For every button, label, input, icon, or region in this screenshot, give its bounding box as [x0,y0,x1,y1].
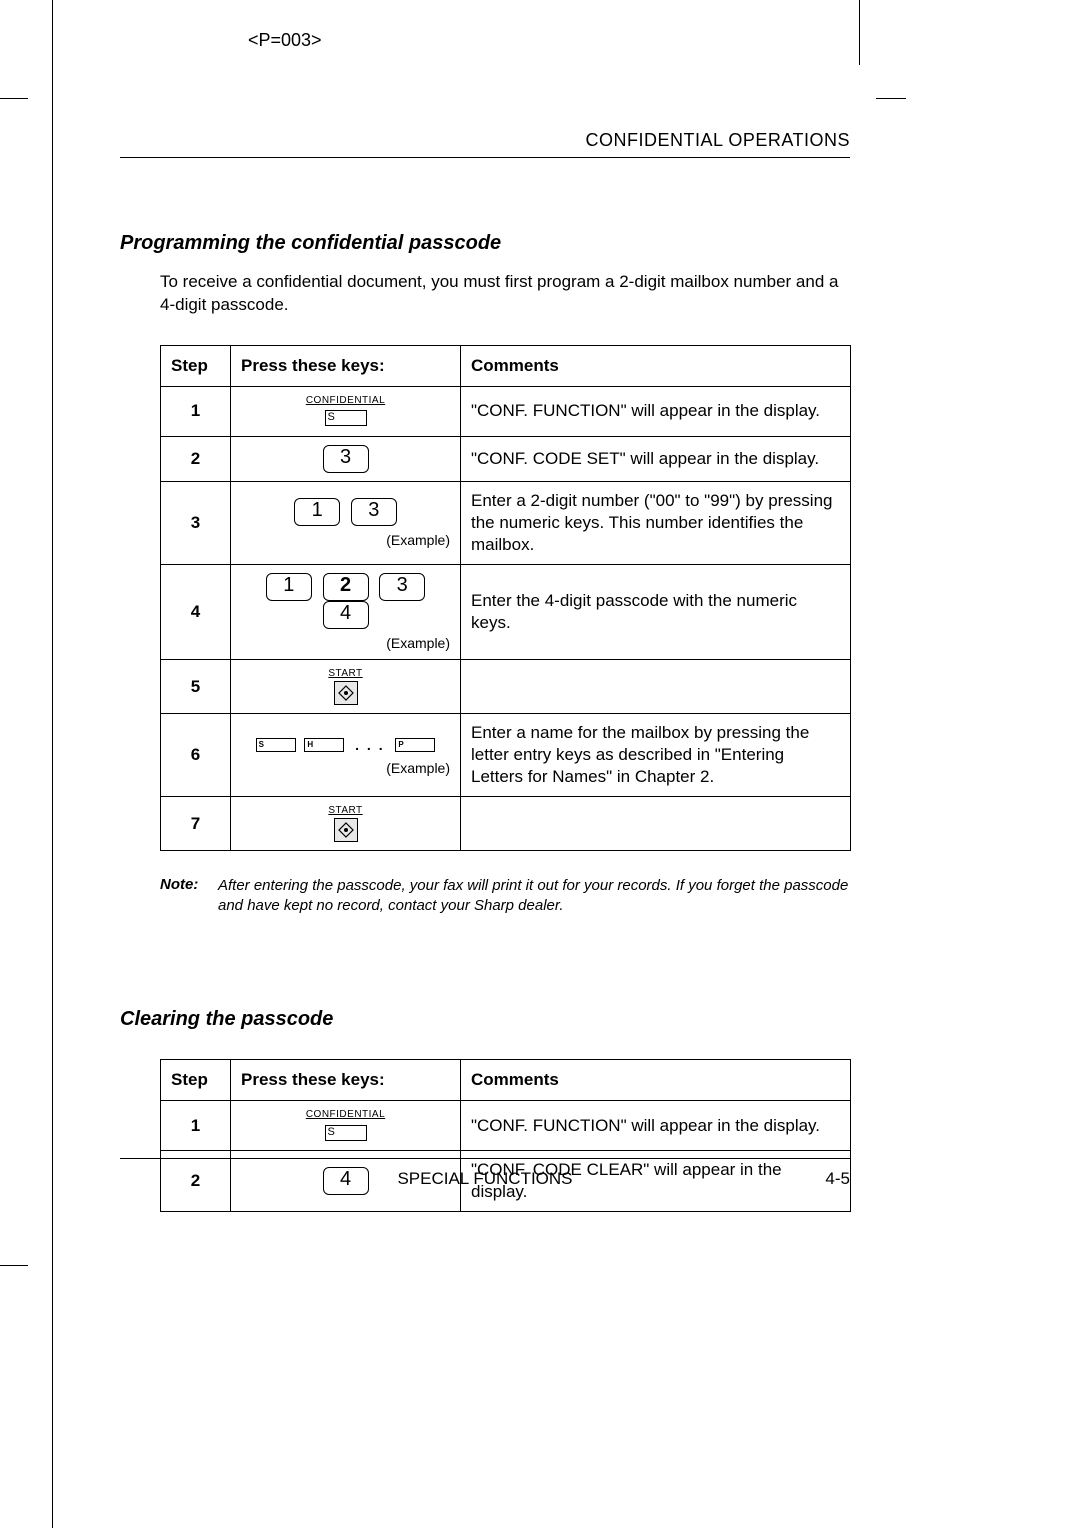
numeric-key: 2 [323,573,369,601]
step-number: 1 [161,1101,231,1151]
comment-cell [461,797,851,851]
keys-cell: 1 2 3 4 (Example) [231,565,461,660]
step-number: 5 [161,660,231,714]
step-number: 3 [161,481,231,564]
crop-tick-bottom-left [0,1265,28,1266]
table-row: 1 CONFIDENTIAL S "CONF. FUNCTION" will a… [161,1101,851,1151]
note-block: Note: After entering the passcode, your … [160,875,850,916]
start-label: START [241,668,450,679]
confidential-label: CONFIDENTIAL [241,1109,450,1120]
keys-cell: CONFIDENTIAL S [231,1101,461,1151]
start-key-icon [334,681,358,705]
step-number: 6 [161,714,231,797]
page-footer: SPECIAL FUNCTIONS 4-5 [120,1158,850,1189]
keys-cell: START [231,797,461,851]
confidential-key: S [325,1125,367,1141]
note-body: After entering the passcode, your fax wi… [218,876,850,917]
start-key-icon [334,818,358,842]
letter-key: P [395,738,435,752]
crop-mark-right [859,0,860,65]
numeric-key: 3 [323,445,369,473]
page-code: <P=003> [248,30,322,51]
running-header: CONFIDENTIAL OPERATIONS [120,130,850,158]
crop-mark-left [52,0,53,1528]
col-comments: Comments [461,345,851,386]
ellipsis: . . . [355,737,384,753]
confidential-label: CONFIDENTIAL [241,395,450,406]
footer-page-number: 4-5 [790,1169,850,1189]
section1-table: Step Press these keys: Comments 1 CONFID… [160,345,851,852]
table-row: 7 START [161,797,851,851]
table-row: 5 START [161,660,851,714]
start-label: START [241,805,450,816]
keys-cell: START [231,660,461,714]
section2-title: Clearing the passcode [120,1008,850,1031]
step-number: 2 [161,436,231,481]
note-label: Note: [160,876,198,893]
section2-table: Step Press these keys: Comments 1 CONFID… [160,1059,851,1212]
section1-title: Programming the confidential passcode [120,232,850,255]
comment-cell: Enter the 4-digit passcode with the nume… [461,565,851,660]
footer-center: SPECIAL FUNCTIONS [180,1169,790,1189]
table-row: 2 3 "CONF. CODE SET" will appear in the … [161,436,851,481]
table-row: 4 1 2 3 4 (Example) Enter the 4-digit pa… [161,565,851,660]
numeric-key: 3 [379,573,425,601]
keys-cell: CONFIDENTIAL S [231,386,461,436]
comment-cell: Enter a 2-digit number ("00" to "99") by… [461,481,851,564]
table-row: 3 1 3 (Example) Enter a 2-digit number (… [161,481,851,564]
table-row: 1 CONFIDENTIAL S "CONF. FUNCTION" will a… [161,386,851,436]
confidential-key: S [325,410,367,426]
comment-cell: "CONF. FUNCTION" will appear in the disp… [461,386,851,436]
comment-cell: "CONF. CODE SET" will appear in the disp… [461,436,851,481]
step-number: 4 [161,565,231,660]
numeric-key: 4 [323,601,369,629]
step-number: 7 [161,797,231,851]
numeric-key: 1 [266,573,312,601]
comment-cell [461,660,851,714]
col-step: Step [161,345,231,386]
step-number: 1 [161,386,231,436]
comment-cell: "CONF. FUNCTION" will appear in the disp… [461,1101,851,1151]
letter-key: S [256,738,296,752]
numeric-key: 1 [294,498,340,526]
keys-cell: 1 3 (Example) [231,481,461,564]
numeric-key: 3 [351,498,397,526]
keys-cell: 3 [231,436,461,481]
col-step: Step [161,1060,231,1101]
example-label: (Example) [241,635,450,651]
crop-tick-right [876,98,906,99]
crop-tick-top-left [0,98,28,99]
example-label: (Example) [241,760,450,776]
col-comments: Comments [461,1060,851,1101]
col-keys: Press these keys: [231,345,461,386]
comment-cell: Enter a name for the mailbox by pressing… [461,714,851,797]
example-label: (Example) [241,532,450,548]
table-row: 6 S H . . . P (Example) Enter a name for… [161,714,851,797]
keys-cell: S H . . . P (Example) [231,714,461,797]
col-keys: Press these keys: [231,1060,461,1101]
letter-key: H [304,738,344,752]
section1-intro: To receive a confidential document, you … [160,271,850,317]
